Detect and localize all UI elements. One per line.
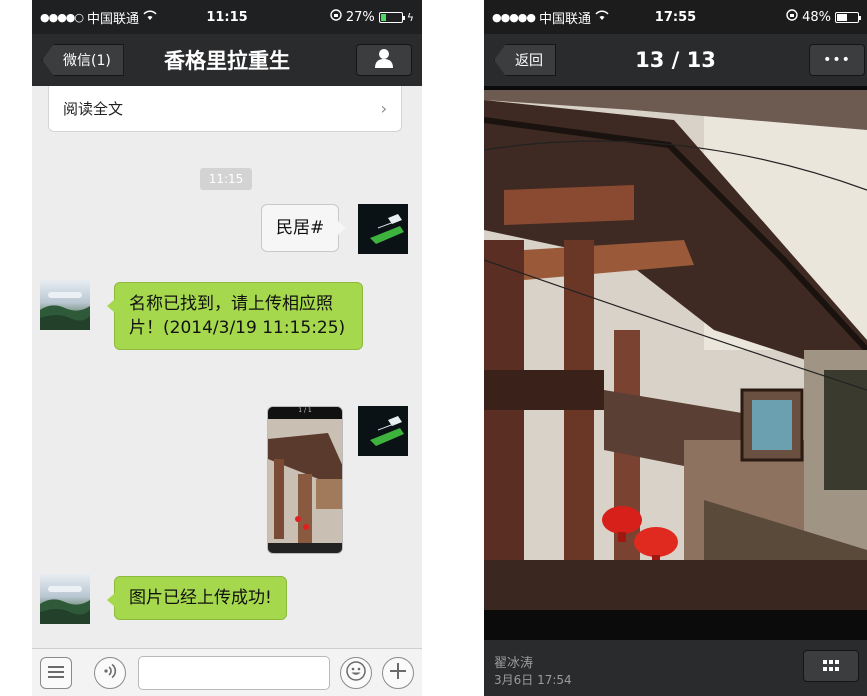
status-bar: ●●●●● 中国联通 17:55 48%	[484, 0, 867, 34]
thumbnail-header: 1 / 1	[268, 407, 342, 419]
my-avatar[interactable]	[358, 204, 408, 254]
full-photo[interactable]	[484, 90, 867, 610]
voice-icon	[102, 663, 118, 683]
battery-fill	[836, 13, 847, 21]
status-bar: ●●●●○ 中国联通 11:15 27% ϟ	[32, 0, 422, 34]
rotation-lock-icon	[786, 9, 798, 25]
message-timestamp: 11:15	[200, 168, 252, 190]
photo-viewer-screen: ●●●●● 中国联通 17:55 48% 返回 13 / 13 ••• 翟冰涛 …	[484, 0, 867, 696]
image-message[interactable]: 1 / 1	[267, 406, 343, 554]
back-button[interactable]: 返回	[494, 44, 556, 76]
message-list[interactable]: 阅读全文 › 11:15 民居# 名称已找到，请上传相应照片！(2014/3/1…	[32, 86, 422, 648]
official-account-avatar[interactable]	[40, 280, 90, 330]
battery-percent: 27%	[345, 9, 375, 25]
reply-message-text: 名称已找到，请上传相应照片！(2014/3/19 11:15:25)	[129, 294, 346, 338]
reply-message-text: 图片已经上传成功!	[129, 588, 272, 608]
menu-icon	[48, 664, 64, 683]
grid-icon	[823, 657, 839, 676]
battery-icon	[834, 11, 861, 23]
read-full-article[interactable]: 阅读全文 ›	[48, 86, 402, 132]
reply-message-bubble[interactable]: 图片已经上传成功!	[107, 576, 287, 620]
clock: 11:15	[206, 9, 248, 25]
author-name: 翟冰涛	[494, 656, 534, 671]
signal-icon: ●●●●●	[492, 10, 536, 24]
back-button[interactable]: 微信(1)	[42, 44, 124, 76]
rotation-lock-icon	[330, 9, 342, 25]
battery-icon	[378, 11, 405, 23]
sent-message-text: 民居#	[276, 218, 325, 238]
grid-view-button[interactable]	[803, 650, 859, 682]
photo-footer: 翟冰涛 3月6日 17:54	[484, 640, 867, 696]
emoji-icon	[346, 661, 366, 685]
my-avatar[interactable]	[358, 406, 408, 456]
battery-fill	[380, 13, 387, 21]
official-account-avatar[interactable]	[40, 574, 90, 624]
read-more-label: 阅读全文	[63, 100, 124, 118]
plus-icon	[389, 662, 407, 684]
more-icon: •••	[823, 52, 851, 68]
sent-message-bubble[interactable]: 民居#	[261, 204, 347, 252]
nav-bar: 返回 13 / 13 •••	[484, 34, 867, 86]
menu-button[interactable]	[40, 657, 72, 689]
nav-bar: 微信(1) 香格里拉重生	[32, 34, 422, 86]
photo-date: 3月6日 17:54	[494, 673, 572, 687]
reply-message-bubble[interactable]: 名称已找到，请上传相应照片！(2014/3/19 11:15:25)	[107, 282, 363, 350]
person-icon	[374, 48, 394, 72]
signal-icon: ●●●●○	[40, 10, 84, 24]
old-town-house-photo	[484, 90, 867, 610]
wifi-icon	[595, 10, 609, 25]
chat-screen: ●●●●○ 中国联通 11:15 27% ϟ 微信(1) 香格里拉重生 阅读全文	[32, 0, 422, 696]
emoji-button[interactable]	[340, 657, 372, 689]
profile-button[interactable]	[356, 44, 412, 76]
battery-percent: 48%	[802, 9, 831, 25]
plus-button[interactable]	[382, 657, 414, 689]
message-input[interactable]	[138, 656, 330, 690]
carrier-label: 中国联通	[87, 11, 140, 27]
charging-icon: ϟ	[406, 10, 415, 24]
wifi-icon	[143, 10, 157, 25]
voice-button[interactable]	[94, 657, 126, 689]
carrier-label: 中国联通	[539, 11, 592, 27]
chevron-right-icon: ›	[380, 99, 387, 118]
thumbnail-photo	[268, 419, 342, 553]
more-button[interactable]: •••	[809, 44, 865, 76]
clock: 17:55	[654, 9, 697, 25]
input-bar	[32, 648, 422, 696]
